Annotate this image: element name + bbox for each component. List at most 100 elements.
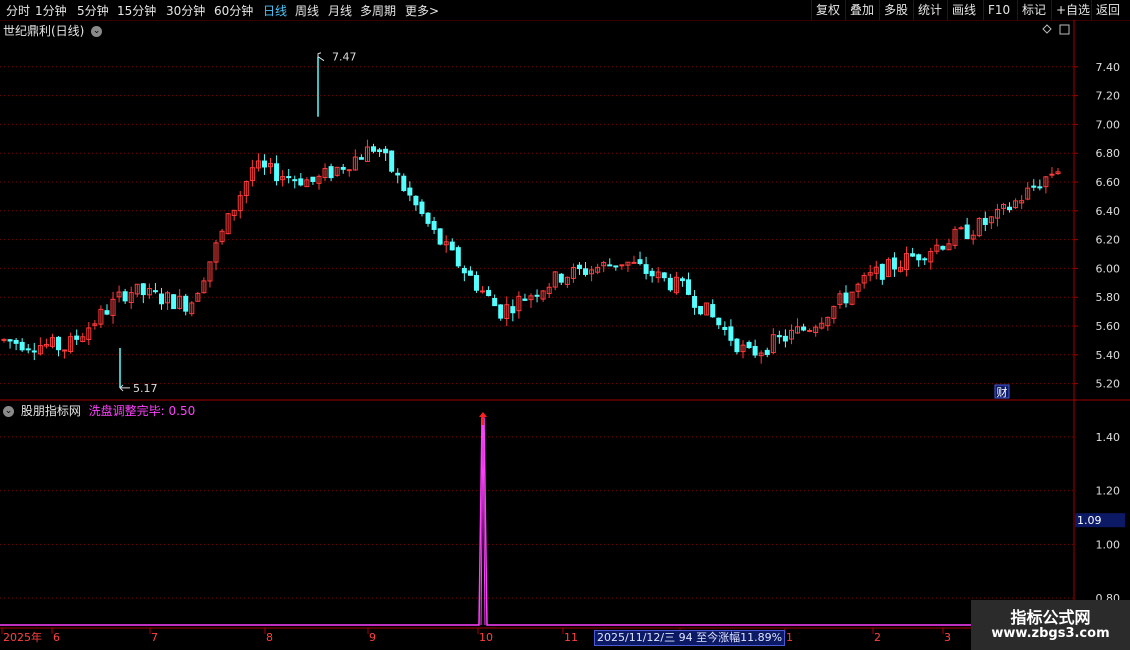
candle-body (104, 310, 110, 315)
candle (843, 285, 849, 308)
high-label: 7.47 (332, 51, 357, 64)
watermark-logo: 指标公式网 www.zbgs3.com (971, 600, 1130, 650)
candle-body (710, 304, 716, 318)
kline-chart[interactable]: 7.40 7.20 7.00 6.80 6.60 6.40 6.20 6.00 5.80 5.60… (0, 0, 1130, 650)
candle-body (13, 339, 19, 344)
candle-body (431, 220, 437, 230)
candle (56, 336, 62, 357)
candle (407, 181, 413, 202)
candle-body (56, 336, 62, 351)
candle (849, 291, 855, 306)
watermark-title: 指标公式网 (1010, 608, 1091, 627)
candle (122, 288, 128, 304)
candle (540, 289, 546, 302)
candle (728, 319, 734, 347)
candle (80, 332, 86, 343)
candle (377, 147, 383, 157)
candle (364, 139, 370, 162)
chevron-down-icon[interactable]: ⌄ (91, 26, 103, 37)
candle (449, 238, 455, 251)
candle (855, 282, 861, 299)
candle (558, 273, 564, 286)
candle (1037, 179, 1043, 191)
candle (31, 342, 37, 361)
candle (19, 338, 25, 352)
candle (231, 209, 237, 221)
candle (1043, 175, 1049, 194)
candle (692, 290, 698, 315)
candle (946, 238, 952, 251)
candle (740, 340, 746, 359)
candle-body (685, 279, 691, 295)
candle (152, 282, 158, 294)
candle (801, 323, 807, 332)
candle (322, 163, 328, 181)
candle-body (74, 335, 80, 340)
candle (358, 154, 364, 160)
candle (165, 290, 171, 311)
candle (467, 266, 473, 276)
candle (631, 255, 637, 264)
candle-body (922, 258, 928, 261)
candle-body (637, 259, 643, 264)
candle (37, 337, 43, 356)
candle-body (982, 217, 988, 225)
time-axis-label: 2025年 (3, 630, 42, 644)
y-tick-label: 6.80 (1096, 147, 1121, 160)
candle-body (1037, 186, 1043, 189)
time-axis-label: 11 (564, 631, 578, 644)
chevron-down-icon[interactable]: ⌄ (3, 406, 14, 417)
candle-body (498, 304, 504, 319)
candle-body (522, 298, 528, 301)
candle (1000, 202, 1006, 215)
candle (710, 299, 716, 318)
time-axis-label: 8 (266, 631, 273, 644)
candle-body (62, 349, 68, 352)
layout-icon (1059, 24, 1070, 35)
candle (437, 228, 443, 246)
time-axis-label: 6 (53, 631, 60, 644)
candle (904, 246, 910, 277)
candle (782, 329, 788, 348)
candle-body (734, 338, 740, 353)
candle-body (843, 292, 849, 304)
candle (201, 277, 207, 294)
y-tick-label: 6.00 (1096, 262, 1121, 275)
time-axis-label: 2 (874, 631, 881, 644)
candle-body (661, 272, 667, 279)
candle (1013, 198, 1019, 209)
candle-body (413, 195, 419, 206)
time-axis-label: 10 (479, 631, 493, 644)
candle (268, 157, 274, 174)
candle (207, 261, 213, 288)
candle-body (449, 241, 455, 251)
candle (716, 317, 722, 329)
candle-body (510, 306, 516, 314)
candle-body (19, 341, 25, 351)
candle (764, 347, 770, 358)
stock-name: 世纪鼎利(日线) (3, 24, 85, 38)
candle (637, 251, 643, 266)
candle (776, 330, 782, 344)
candle (685, 272, 691, 296)
candle-body (631, 261, 637, 264)
candle (134, 283, 140, 298)
candle-body (776, 335, 782, 338)
candle (928, 247, 934, 270)
candle (601, 260, 607, 273)
candle-body (437, 228, 443, 245)
candle (649, 267, 655, 283)
candle (752, 339, 758, 358)
candle (970, 230, 976, 245)
candle-body (679, 278, 685, 282)
candle (431, 216, 437, 235)
candle (988, 215, 994, 230)
candle-body (534, 294, 540, 297)
candle-body (158, 293, 164, 305)
candle-body (607, 264, 613, 267)
candle (570, 263, 576, 283)
candle (249, 159, 255, 187)
candle-body (1031, 185, 1037, 188)
candle (595, 263, 601, 275)
candle (734, 338, 740, 355)
